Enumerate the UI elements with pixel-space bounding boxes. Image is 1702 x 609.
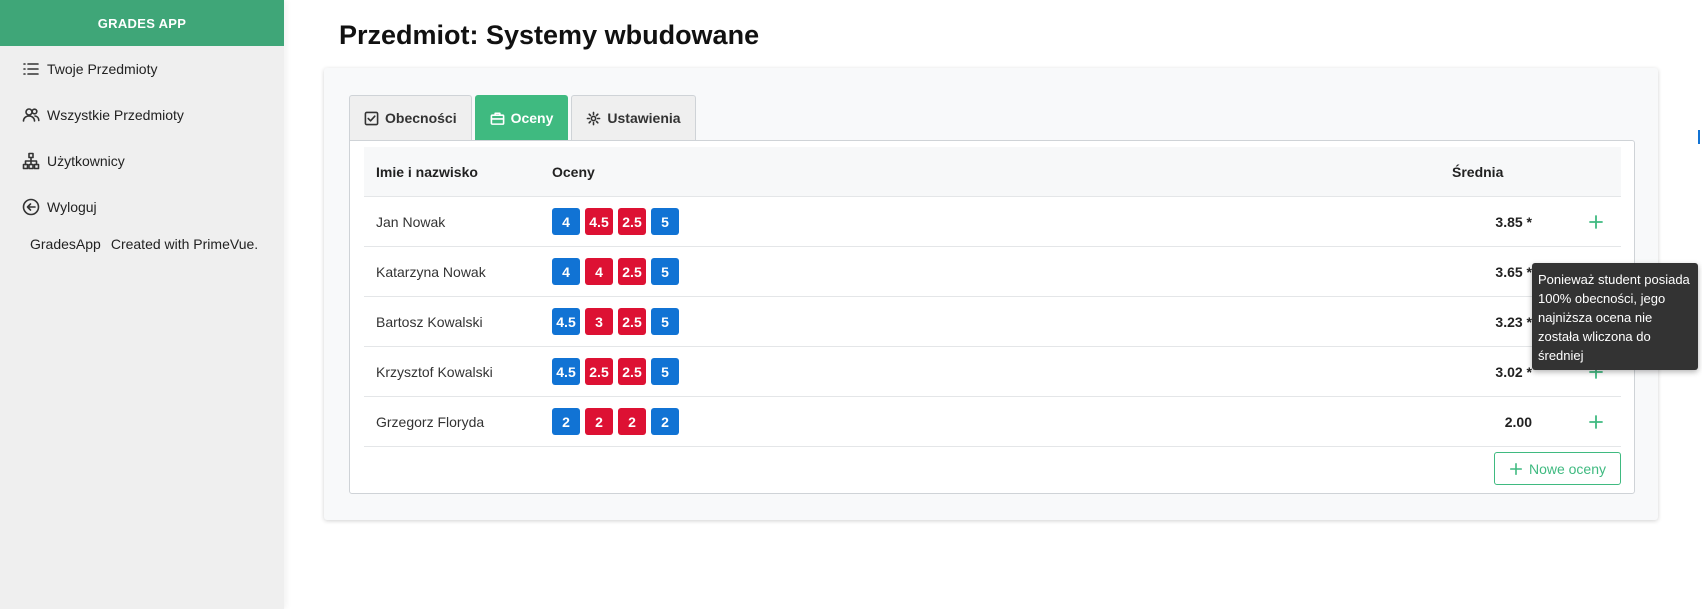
grade-badge[interactable]: 2.5 [618, 358, 646, 385]
tab-oceny[interactable]: Oceny [474, 95, 569, 140]
grades-panel: Imie i nazwisko Oceny Średnia Jan Nowak … [349, 140, 1635, 494]
sidebar-item-label: Wszystkie Przedmioty [47, 107, 184, 123]
header-name: Imie i nazwisko [376, 163, 478, 180]
sidebar-item-wszystkie-przedmioty[interactable]: Wszystkie Przedmioty [0, 92, 284, 138]
student-name: Bartosz Kowalski [376, 313, 483, 330]
sidebar: GRADES APP Twoje Przedmioty Wszystkie Pr… [0, 0, 284, 609]
table-row: Krzysztof Kowalski 4.5 2.5 2.5 5 3.02 * [364, 347, 1621, 397]
grade-badge[interactable]: 4 [585, 258, 613, 285]
grade-badge[interactable]: 2.5 [618, 308, 646, 335]
tab-ustawienia[interactable]: Ustawienia [571, 95, 696, 140]
plus-icon [1589, 414, 1603, 429]
student-average: 3.23 * [1495, 313, 1532, 330]
app-brand: GRADES APP [0, 0, 284, 46]
arrow-circle-left-icon [22, 198, 40, 216]
grade-badge[interactable]: 4.5 [552, 358, 580, 385]
users-icon [22, 106, 40, 124]
footer-credit: Created with PrimeVue. [110, 236, 259, 252]
grade-list: 4.5 3 2.5 5 [552, 308, 1452, 335]
sidebar-item-uzytkownicy[interactable]: Użytkownicy [0, 138, 284, 184]
header-average: Średnia [1452, 163, 1504, 180]
subject-card: Obecności Oceny Ustawienia Imie i nazwis… [324, 68, 1658, 520]
student-name: Grzegorz Floryda [376, 413, 485, 430]
grade-badge[interactable]: 4 [552, 258, 580, 285]
new-grades-label: Nowe oceny [1528, 460, 1606, 477]
page-title: Przedmiot: Systemy wbudowane [339, 20, 760, 50]
add-grade-button[interactable] [1585, 411, 1607, 433]
grade-badge[interactable]: 4.5 [552, 308, 580, 335]
student-average: 3.85 * [1495, 213, 1532, 230]
grades-table: Imie i nazwisko Oceny Średnia Jan Nowak … [364, 147, 1621, 447]
plus-icon [1509, 462, 1522, 475]
table-row: Bartosz Kowalski 4.5 3 2.5 5 3.23 * [364, 297, 1621, 347]
add-grade-button[interactable] [1585, 211, 1607, 233]
briefcase-icon [490, 112, 504, 125]
tab-obecnosci[interactable]: Obecności [349, 95, 472, 140]
grade-list: 2 2 2 2 [552, 408, 1452, 435]
average-tooltip: Ponieważ student posiada 100% obecności,… [1532, 263, 1698, 370]
student-name: Krzysztof Kowalski [376, 363, 493, 380]
grade-badge[interactable]: 2 [651, 408, 679, 435]
plus-icon [1589, 214, 1603, 229]
footer-app-name: GradesApp [30, 236, 101, 252]
check-square-icon [364, 111, 379, 125]
tab-list: Obecności Oceny Ustawienia [349, 95, 696, 140]
student-name: Jan Nowak [376, 213, 446, 230]
sidebar-item-wyloguj[interactable]: Wyloguj [0, 184, 284, 230]
grade-badge[interactable]: 2.5 [585, 358, 613, 385]
grade-badge[interactable]: 5 [651, 258, 679, 285]
student-average: 2.00 [1504, 413, 1532, 430]
table-row: Jan Nowak 4 4.5 2.5 5 3.85 * [364, 197, 1621, 247]
student-name: Katarzyna Nowak [376, 263, 486, 280]
grade-badge[interactable]: 2.5 [618, 208, 646, 235]
sidebar-item-twoje-przedmioty[interactable]: Twoje Przedmioty [0, 46, 284, 92]
grade-list: 4.5 2.5 2.5 5 [552, 358, 1452, 385]
grade-badge[interactable]: 2.5 [618, 258, 646, 285]
table-row: Grzegorz Floryda 2 2 2 2 2.00 [364, 397, 1621, 447]
edge-marker [1698, 130, 1700, 144]
tab-label: Oceny [510, 110, 554, 126]
tab-label: Obecności [385, 110, 457, 126]
sidebar-footer: GradesApp Created with PrimeVue. [0, 236, 284, 252]
table-row: Katarzyna Nowak 4 4 2.5 5 3.65 * [364, 247, 1621, 297]
cog-icon [587, 111, 601, 125]
header-grades: Oceny [552, 163, 595, 180]
grade-badge[interactable]: 2 [618, 408, 646, 435]
grade-badge[interactable]: 4 [552, 208, 580, 235]
new-grades-button[interactable]: Nowe oceny [1493, 452, 1621, 485]
sitemap-icon [22, 152, 40, 170]
grade-badge[interactable]: 2 [585, 408, 613, 435]
sidebar-item-label: Użytkownicy [47, 153, 125, 169]
grade-badge[interactable]: 5 [651, 358, 679, 385]
sidebar-item-label: Wyloguj [47, 199, 97, 215]
list-icon [22, 60, 40, 78]
grade-badge[interactable]: 5 [651, 308, 679, 335]
grade-list: 4 4.5 2.5 5 [552, 208, 1452, 235]
table-header: Imie i nazwisko Oceny Średnia [364, 147, 1621, 197]
sidebar-item-label: Twoje Przedmioty [47, 61, 158, 77]
student-average[interactable]: 3.65 * [1452, 264, 1532, 280]
grade-list: 4 4 2.5 5 [552, 258, 1452, 285]
grade-badge[interactable]: 5 [651, 208, 679, 235]
student-average: 3.02 * [1495, 363, 1532, 380]
grade-badge[interactable]: 3 [585, 308, 613, 335]
grade-badge[interactable]: 4.5 [585, 208, 613, 235]
tab-label: Ustawienia [607, 110, 681, 126]
grade-badge[interactable]: 2 [552, 408, 580, 435]
